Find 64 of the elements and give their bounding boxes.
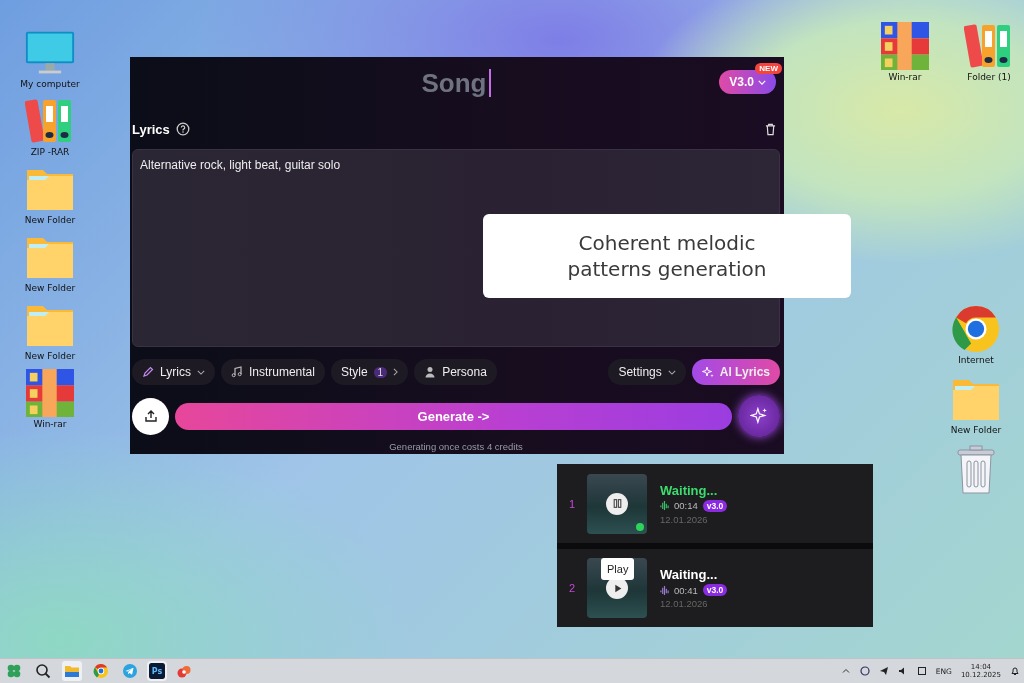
- chevron-icon: [393, 368, 399, 376]
- option-chip[interactable]: Instrumental: [220, 359, 325, 385]
- caret-icon: [667, 369, 676, 375]
- paper-plane-icon[interactable]: [878, 666, 889, 676]
- credits-note: Generating once costs 4 credits: [388, 441, 524, 452]
- icon-label: New Folder: [24, 283, 76, 293]
- new-badge: NEW: [755, 63, 782, 74]
- song-title-input[interactable]: Song: [421, 67, 487, 99]
- option-chip[interactable]: Style 1: [330, 359, 409, 385]
- chevron-icon[interactable]: [840, 666, 851, 676]
- settings-dropdown[interactable]: Settings: [608, 359, 686, 385]
- icon-label: Win-rar: [888, 72, 922, 82]
- track-duration: 00:41: [674, 584, 698, 596]
- version-badge: v3.0: [702, 584, 728, 597]
- track-date: 12.01.2026: [660, 598, 709, 610]
- notification-icon[interactable]: [1010, 666, 1020, 676]
- sparkle-icon: [750, 407, 768, 425]
- upload-icon: [143, 409, 158, 423]
- version-badge: v3.0: [702, 499, 728, 512]
- icon-label: Internet: [958, 355, 994, 365]
- waveform-icon: [660, 500, 669, 512]
- lyrics-label: Lyrics: [132, 121, 170, 137]
- icon-label: New Folder: [950, 425, 1002, 435]
- icon-label: Folder (1): [967, 72, 1011, 82]
- track-number: 1: [567, 497, 577, 510]
- callout-text: Coherent melodic patterns generation: [566, 230, 768, 282]
- icon-label: Win-rar: [33, 419, 67, 429]
- sparkle-button[interactable]: [738, 395, 780, 437]
- count-badge: 1: [373, 366, 388, 378]
- icon-label: My computer: [20, 79, 80, 89]
- person-icon: [424, 366, 437, 378]
- status-dot: [636, 522, 644, 531]
- folder-icon[interactable]: [62, 661, 82, 681]
- help-icon[interactable]: [175, 122, 190, 136]
- ai-lyrics-button[interactable]: AI Lyrics: [691, 359, 780, 385]
- photoshop-icon[interactable]: Ps: [149, 663, 165, 679]
- waveform-icon: [660, 584, 669, 596]
- track-date: 12.01.2026: [660, 513, 709, 525]
- pencil-icon: [142, 366, 154, 378]
- upload-button[interactable]: [132, 397, 169, 435]
- sparkle-icon: [701, 366, 714, 378]
- delete-icon[interactable]: [765, 122, 776, 136]
- track-title: Waiting...: [660, 482, 719, 498]
- icon-label: New Folder: [24, 215, 76, 225]
- track-duration: 00:14: [674, 500, 698, 512]
- track-number: 2: [567, 582, 577, 595]
- search-icon[interactable]: [33, 661, 53, 681]
- archive-icon[interactable]: [25, 369, 75, 417]
- text-cursor: [488, 69, 491, 97]
- caret-icon: [758, 79, 766, 85]
- icon-label: ZIP -RAR: [30, 147, 70, 157]
- music-note-icon: [230, 366, 243, 378]
- option-chip[interactable]: Lyrics: [132, 359, 215, 385]
- caret-icon: [196, 369, 205, 375]
- browser-icon[interactable]: [91, 661, 111, 681]
- tooltip: Play: [601, 558, 635, 581]
- browser-icon[interactable]: [951, 305, 1001, 353]
- generate-button[interactable]: Generate ->: [175, 402, 732, 430]
- archive-icon[interactable]: [880, 22, 930, 70]
- version-dropdown[interactable]: V3.0: [719, 70, 776, 94]
- icon-label: New Folder: [24, 351, 76, 361]
- pause-button[interactable]: [606, 492, 628, 515]
- option-chip[interactable]: Persona: [414, 359, 497, 385]
- track-title: Waiting...: [660, 567, 719, 583]
